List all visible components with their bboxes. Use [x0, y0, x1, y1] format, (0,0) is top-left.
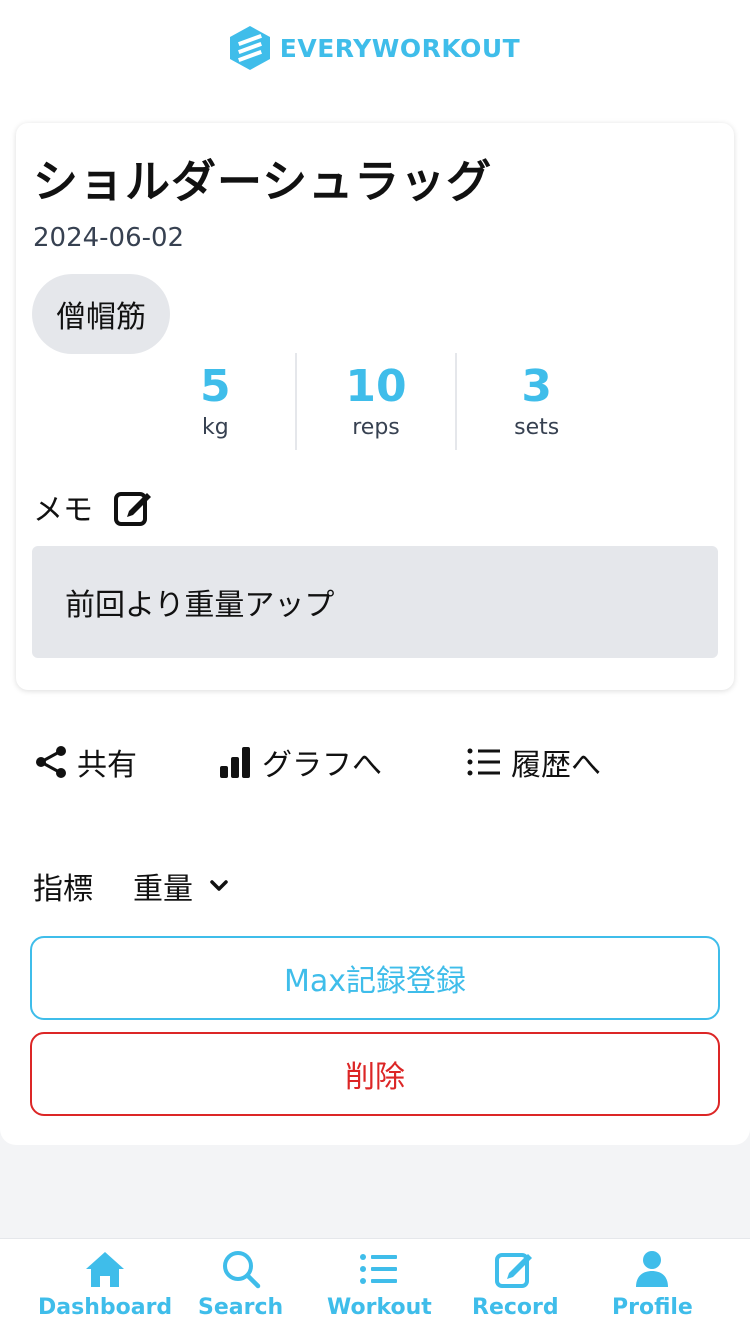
- graph-button[interactable]: グラフへ: [218, 740, 382, 784]
- share-button[interactable]: 共有: [33, 740, 137, 784]
- bottom-tab-bar: Dashboard Search Workout Record Profile: [0, 1238, 750, 1334]
- tab-profile[interactable]: Profile: [612, 1249, 693, 1320]
- home-icon: [86, 1252, 125, 1287]
- app-logo: EVERYWORKOUT: [0, 26, 750, 70]
- tab-label: Workout: [327, 1295, 432, 1320]
- tab-label: Profile: [612, 1295, 693, 1320]
- stat-value: 10: [345, 361, 407, 412]
- metric-label: 指標: [33, 872, 93, 907]
- delete-button[interactable]: 削除: [30, 1032, 720, 1116]
- share-label: 共有: [77, 748, 137, 783]
- stat-reps: 10 reps: [294, 353, 456, 450]
- logo-text: EVERYWORKOUT: [279, 33, 521, 63]
- bar-chart-icon: [220, 747, 250, 778]
- page-sheet: EVERYWORKOUT ショルダーシュラッグ 2024-06-02 僧帽筋 5…: [0, 0, 750, 1145]
- graph-label: グラフへ: [262, 748, 382, 783]
- stat-sets: 3 sets: [455, 353, 616, 450]
- tab-record[interactable]: Record: [472, 1249, 559, 1320]
- history-button[interactable]: 履歴へ: [467, 740, 601, 784]
- stat-unit: sets: [514, 415, 560, 440]
- edit-memo-icon[interactable]: [113, 487, 153, 527]
- stat-weight: 5 kg: [136, 353, 295, 450]
- tab-label: Search: [198, 1295, 284, 1320]
- exercise-title: ショルダーシュラッグ: [33, 155, 493, 208]
- max-record-button[interactable]: Max記録登録: [30, 936, 720, 1020]
- muscle-badge: 僧帽筋: [32, 274, 170, 354]
- chevron-down-icon: [210, 880, 228, 891]
- tab-workout[interactable]: Workout: [327, 1249, 432, 1320]
- memo-header: メモ: [33, 485, 153, 529]
- list-icon: [467, 748, 500, 776]
- metric-select[interactable]: 重量: [133, 864, 229, 908]
- history-label: 履歴へ: [511, 748, 601, 783]
- stat-unit: kg: [201, 415, 229, 440]
- stat-value: 3: [521, 361, 552, 412]
- stat-unit: reps: [352, 415, 400, 440]
- memo-text: 前回より重量アップ: [32, 546, 718, 658]
- stats-row: 5 kg 10 reps 3 sets: [136, 353, 616, 450]
- edit-icon: [495, 1253, 533, 1288]
- workout-card: ショルダーシュラッグ 2024-06-02 僧帽筋 5 kg 10 reps 3…: [16, 123, 734, 690]
- action-row: 共有 グラフへ 履歴へ: [33, 740, 723, 786]
- tab-dashboard[interactable]: Dashboard: [38, 1249, 172, 1320]
- workout-date: 2024-06-02: [33, 223, 185, 253]
- metric-row: 指標 重量: [33, 864, 229, 908]
- stat-value: 5: [200, 361, 231, 412]
- logo-icon: [229, 26, 270, 70]
- tab-search[interactable]: Search: [198, 1249, 283, 1320]
- memo-label: メモ: [33, 493, 93, 528]
- metric-selected-value: 重量: [133, 872, 193, 907]
- share-icon: [36, 746, 66, 778]
- user-icon: [636, 1251, 669, 1287]
- tab-label: Record: [472, 1295, 559, 1320]
- list-icon: [360, 1254, 398, 1284]
- search-icon: [222, 1251, 260, 1289]
- tab-label: Dashboard: [38, 1295, 173, 1320]
